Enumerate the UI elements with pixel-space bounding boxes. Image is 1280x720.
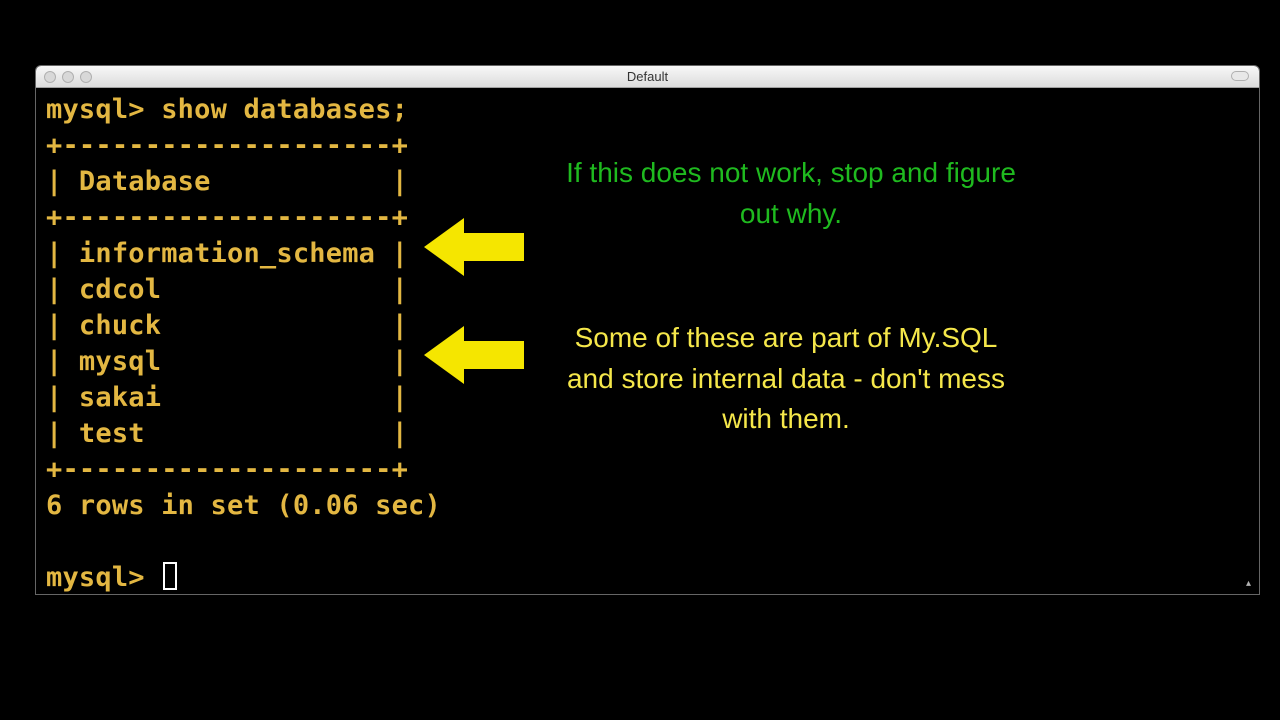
scroll-indicator-icon: ▴ xyxy=(1246,578,1256,588)
table-header: | Database | xyxy=(46,166,408,197)
table-row: | test | xyxy=(46,418,408,449)
terminal-window: Default mysql> show databases; +--------… xyxy=(35,65,1260,595)
prompt: mysql> xyxy=(46,562,161,593)
table-row: | information_schema | xyxy=(46,238,408,269)
cursor-icon xyxy=(163,562,177,590)
annotation-note: Some of these are part of My.SQL and sto… xyxy=(556,318,1016,440)
table-border: +--------------------+ xyxy=(46,130,408,161)
table-row: | sakai | xyxy=(46,382,408,413)
toolbar-pill-icon[interactable] xyxy=(1231,71,1249,81)
table-border: +--------------------+ xyxy=(46,202,408,233)
window-title: Default xyxy=(36,69,1259,84)
prompt: mysql> xyxy=(46,94,145,125)
result-text: 6 rows in set (0.06 sec) xyxy=(46,490,441,521)
terminal-body[interactable]: mysql> show databases; +----------------… xyxy=(36,88,1259,594)
table-border: +--------------------+ xyxy=(46,454,408,485)
annotation-warning: If this does not work, stop and figure o… xyxy=(561,153,1021,234)
table-row: | mysql | xyxy=(46,346,408,377)
table-row: | cdcol | xyxy=(46,274,408,305)
table-row: | chuck | xyxy=(46,310,408,341)
titlebar: Default xyxy=(36,66,1259,88)
command-text: show databases; xyxy=(161,94,408,125)
